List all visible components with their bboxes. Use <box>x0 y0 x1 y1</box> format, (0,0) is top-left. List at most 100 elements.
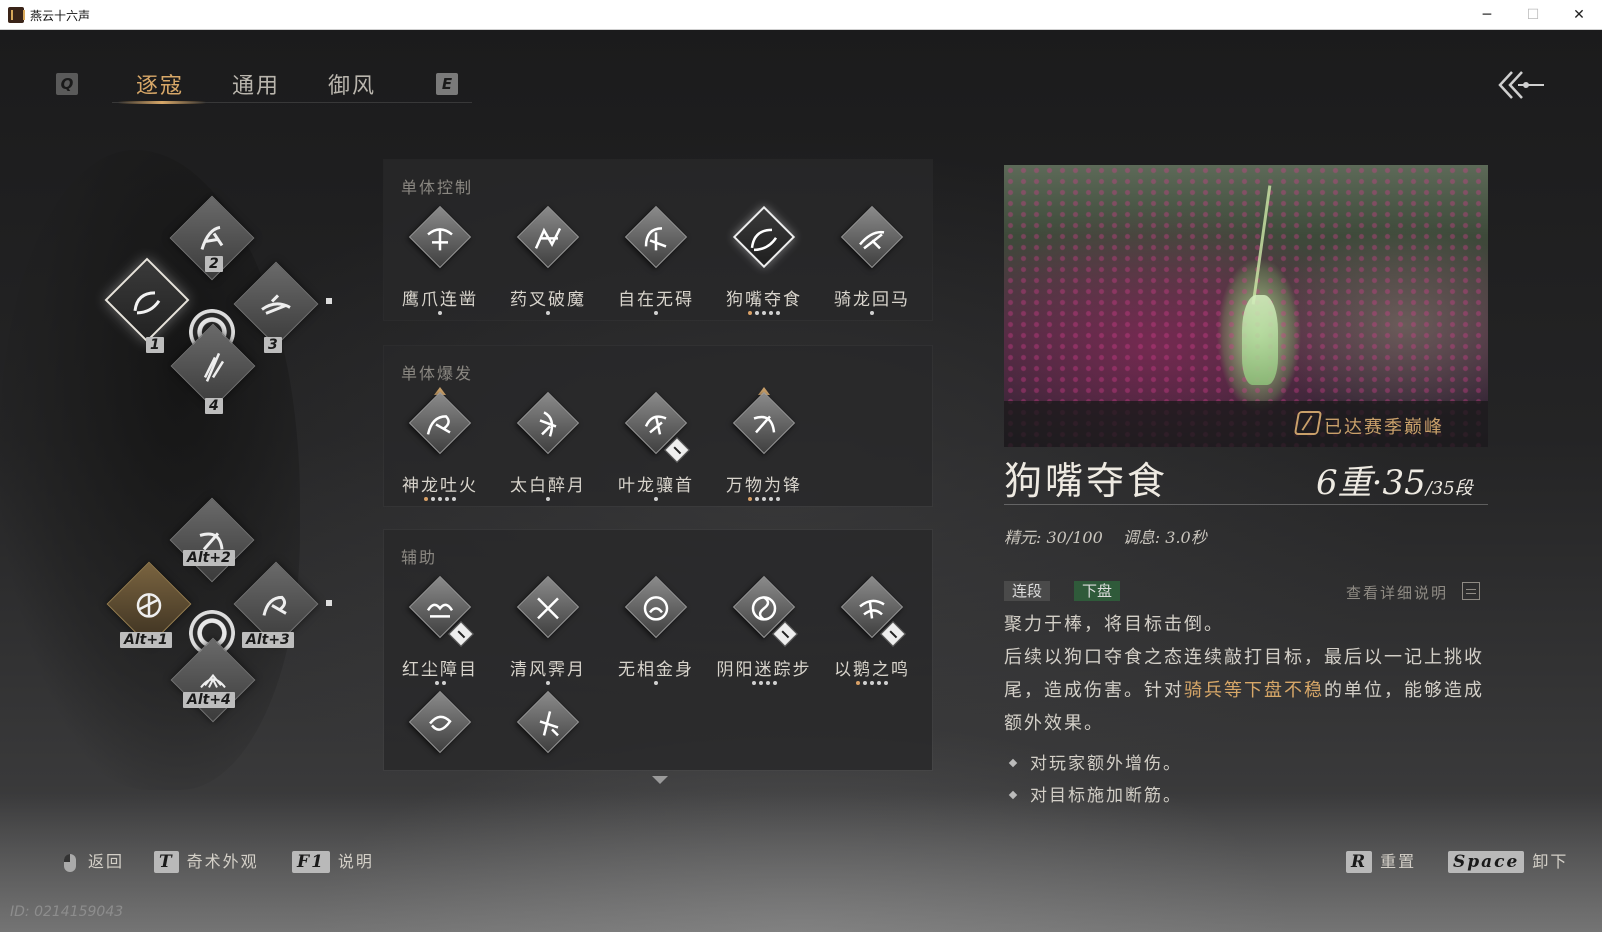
skill-card-selected[interactable]: 狗嘴夺食 <box>714 205 814 325</box>
skill-card[interactable]: 自在无碍 <box>606 205 706 325</box>
claw-swirl-icon <box>750 228 778 252</box>
energy-cost: 精元: 30/100 <box>1004 528 1103 547</box>
game-viewport: Q 逐寇 通用 御风 E 2 1 3 4 Alt+2 Alt+1 Alt+3 A… <box>0 30 1602 932</box>
horse-rider-icon <box>261 294 291 315</box>
skill-card[interactable] <box>498 690 598 810</box>
details-toggle-icon[interactable] <box>1462 582 1480 600</box>
skill-icon-frame <box>408 391 472 455</box>
scroll-down-icon[interactable] <box>652 776 668 784</box>
skill-card[interactable]: 万物为锋 <box>714 387 814 511</box>
wheel-alt-slot-2-key: Alt+2 <box>183 550 235 566</box>
next-tab-key[interactable]: E <box>436 73 458 95</box>
effect-item: 对目标施加断筋。 <box>1008 780 1182 812</box>
skill-rank-dots <box>714 497 814 501</box>
window-titlebar: 燕云十六声 ─ ☐ ✕ <box>0 0 1602 30</box>
skill-card[interactable]: 红尘障目 <box>390 575 490 695</box>
minimize-button[interactable]: ─ <box>1464 0 1510 30</box>
detail-divider <box>1004 504 1488 505</box>
skill-card[interactable]: 鹰爪连凿 <box>390 205 490 325</box>
window-title: 燕云十六声 <box>30 9 91 23</box>
skill-detail-title: 狗嘴夺食 <box>1004 459 1169 503</box>
skill-icon-frame <box>732 391 796 455</box>
skill-rank-dots <box>498 497 598 501</box>
skill-card[interactable]: 太白醉月 <box>498 391 598 511</box>
skill-level-main: 6重·35 <box>1316 463 1426 503</box>
skill-name: 狗嘴夺食 <box>726 290 802 310</box>
skill-icon-frame <box>516 205 580 269</box>
tab-zhukou[interactable]: 逐寇 <box>136 68 184 100</box>
skill-panel-support: 辅助 红尘障目 清风霁月 无相金身 阴阳迷踪步 以鹅之鸣 <box>384 530 932 770</box>
maximize-button[interactable]: ☐ <box>1510 0 1556 30</box>
skill-card[interactable]: 无相金身 <box>606 575 706 695</box>
reset-hint[interactable]: R 重置 <box>1346 848 1416 873</box>
skill-name: 鹰爪连凿 <box>402 290 478 310</box>
unequip-hint[interactable]: Space 卸下 <box>1448 848 1568 873</box>
tab-tongyong[interactable]: 通用 <box>232 68 280 100</box>
skill-name: 太白醉月 <box>510 476 586 496</box>
skill-name: 无相金身 <box>618 660 694 680</box>
help-label: 说明 <box>337 852 374 871</box>
active-tab-indicator <box>118 101 206 104</box>
skill-card[interactable]: 阴阳迷踪步 <box>714 575 814 695</box>
skill-icon-frame <box>840 205 904 269</box>
skill-rank-dots <box>606 497 706 501</box>
panel-title: 辅助 <box>401 548 438 567</box>
skill-rank-dots <box>390 497 490 501</box>
skill-icon-frame <box>624 205 688 269</box>
appearance-hint[interactable]: T 奇术外观 <box>154 848 259 873</box>
skill-name: 药叉破魔 <box>510 290 586 310</box>
season-peak-label: 已达赛季巅峰 <box>1324 417 1444 438</box>
skill-stats: 精元: 30/100 调息: 3.0秒 <box>1004 524 1227 548</box>
skill-level: 6重·35/35段 <box>1316 455 1473 504</box>
back-hint[interactable]: 返回 <box>64 848 124 872</box>
demon-breaker-icon <box>534 227 562 249</box>
skill-card[interactable]: 以鹅之鸣 <box>822 575 922 695</box>
skill-card[interactable]: 神龙吐火 <box>390 387 490 511</box>
skill-icon-frame <box>408 205 472 269</box>
eagle-claw-icon <box>427 228 453 251</box>
desc-line-1: 聚力于棒，将目标击倒。 <box>1004 614 1224 635</box>
goose-cry-icon <box>859 599 885 619</box>
skill-icon-frame <box>624 575 688 639</box>
skill-name: 自在无碍 <box>618 290 694 310</box>
skill-rank-dots <box>390 311 490 315</box>
archer-icon <box>136 593 162 618</box>
reset-label: 重置 <box>1380 852 1417 871</box>
skill-rank-dots <box>390 681 490 685</box>
wheel-slot-2-key: 2 <box>205 256 223 272</box>
dragon-fire-icon <box>426 415 451 435</box>
tab-yufeng[interactable]: 御风 <box>328 68 376 100</box>
player-id: ID: 0214159043 <box>10 904 124 920</box>
skill-card[interactable]: 叶龙骧首 <box>606 391 706 511</box>
leap-kick-icon <box>200 225 224 250</box>
close-button[interactable]: ✕ <box>1556 0 1602 30</box>
preview-character <box>1242 295 1278 385</box>
panel-title: 单体控制 <box>401 178 474 197</box>
skill-card[interactable]: 骑龙回马 <box>822 205 922 325</box>
view-details-link[interactable]: 查看详细说明 <box>1346 582 1448 603</box>
cooldown: 调息: 3.0秒 <box>1122 528 1207 547</box>
skill-icon-frame <box>516 690 580 754</box>
app-icon <box>8 7 25 23</box>
skill-rank-dots <box>822 681 922 685</box>
skill-card[interactable]: 药叉破魔 <box>498 205 598 325</box>
dragon-rider-icon <box>859 230 885 250</box>
panel-title: 单体爆发 <box>401 364 474 383</box>
wheel-slot-3-key: 3 <box>264 337 282 353</box>
skill-rank-dots <box>714 681 814 685</box>
skill-card[interactable] <box>390 690 490 810</box>
sword-arc-icon <box>753 415 776 434</box>
meditation-icon <box>643 596 669 621</box>
skill-icon-frame <box>732 205 796 269</box>
spear-dancer-icon <box>539 711 559 737</box>
back-arrow-icon[interactable] <box>1498 68 1546 102</box>
prev-tab-key[interactable]: Q <box>56 73 78 95</box>
skill-panel-burst: 单体爆发 神龙吐火 太白醉月 叶龙骧首 万物为锋 <box>384 346 932 506</box>
desc-line-2: 后续以狗口夺食之态连续敲打目标，最后以一记上挑收尾，造成伤害。针对骑兵等下盘不稳… <box>1004 641 1494 740</box>
skill-card[interactable]: 清风霁月 <box>498 575 598 695</box>
skill-icon-frame <box>516 391 580 455</box>
unequip-label: 卸下 <box>1532 852 1569 871</box>
skill-name: 叶龙骧首 <box>618 476 694 496</box>
appearance-key: T <box>154 851 179 873</box>
help-hint[interactable]: F1 说明 <box>292 848 374 873</box>
